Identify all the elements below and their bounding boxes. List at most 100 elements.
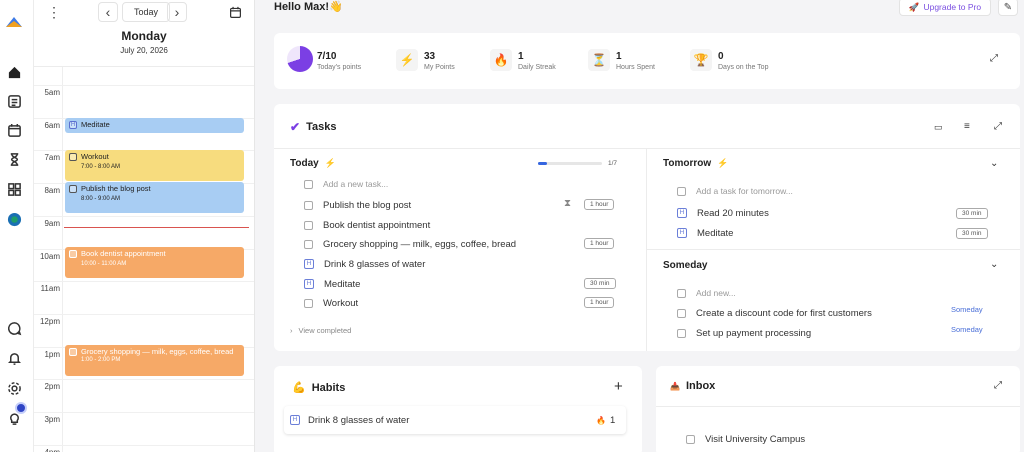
calendar-event[interactable]: Book dentist appointment 10:00 - 11:00 A… [65, 247, 244, 278]
divider [656, 406, 1020, 407]
task-checkbox[interactable] [686, 434, 695, 444]
someday-tag[interactable]: Someday [951, 305, 983, 314]
inbox-tray-icon: 📥 [670, 381, 680, 391]
settings-gear-icon[interactable] [6, 380, 22, 396]
day-date: July 20, 2026 [120, 46, 168, 55]
task-checkbox[interactable] [304, 239, 313, 249]
task-row[interactable]: Publish the blog post [304, 197, 411, 213]
apps-grid-icon[interactable] [6, 181, 22, 197]
hour-label: 8am [44, 186, 60, 196]
today-button[interactable]: Today [122, 2, 170, 22]
task-row[interactable]: Set up payment processing [677, 325, 811, 341]
checkbox [677, 186, 686, 196]
someday-section-header[interactable]: Someday [663, 260, 707, 271]
chat-icon[interactable] [6, 320, 22, 336]
stat-value: 33 [424, 51, 436, 62]
tasks-title: Tasks [306, 121, 337, 133]
habit-row: H Drink 8 glasses of water [290, 412, 409, 428]
tasks-header: ✔ Tasks [290, 120, 336, 134]
add-task-placeholder: Add a task for tomorrow... [696, 186, 793, 196]
add-task-input[interactable]: Add a new task... [304, 176, 388, 192]
event-checkbox[interactable] [69, 185, 77, 193]
add-tomorrow-task-input[interactable]: Add a task for tomorrow... [677, 183, 793, 199]
habit-label: Drink 8 glasses of water [308, 414, 410, 426]
today-progress-text: 1/7 [608, 160, 618, 167]
list-icon[interactable] [6, 93, 22, 109]
home-icon[interactable] [6, 64, 22, 80]
hour-label: 11am [40, 284, 60, 294]
hour-label: 4pm [34, 448, 60, 452]
expand-icon[interactable]: ⤢ [990, 53, 998, 64]
more-options-icon[interactable]: ⋮ [44, 2, 64, 22]
event-checkbox[interactable] [69, 153, 77, 161]
habit-item[interactable]: H Drink 8 glasses of water 🔥 1 [284, 406, 626, 434]
task-row[interactable]: Create a discount code for first custome… [677, 305, 872, 321]
task-row[interactable]: H Meditate [677, 225, 733, 241]
filter-icon[interactable]: ≡ [964, 121, 970, 132]
task-row[interactable]: H Read 20 minutes [677, 205, 769, 221]
task-row[interactable]: H Drink 8 glasses of water [304, 256, 425, 272]
calendar-toolbar: ⋮ ‹ Today › [34, 0, 254, 24]
hour-label: 9am [44, 218, 60, 228]
task-label: Set up payment processing [696, 327, 812, 339]
bell-icon[interactable] [6, 350, 22, 366]
stat-label: Hours Spent [616, 64, 655, 71]
task-row[interactable]: Grocery shopping — milk, eggs, coffee, b… [304, 236, 516, 252]
someday-tag[interactable]: Someday [951, 325, 983, 334]
hour-label: 3pm [44, 415, 60, 424]
timer-hourglass-icon[interactable]: ⧗ [564, 198, 571, 209]
task-row[interactable]: Workout [304, 295, 358, 311]
task-label: Read 20 minutes [697, 207, 769, 219]
stat-label: Days on the Top [718, 64, 769, 71]
stat-label: Daily Streak [518, 64, 556, 71]
trophy-icon: 🏆 [690, 49, 712, 71]
stat-daily-streak: 🔥 1 Daily Streak [490, 46, 580, 76]
event-time: 8:00 - 9:00 AM [81, 196, 121, 202]
add-habit-button[interactable]: + [614, 378, 623, 395]
calendar-settings-icon[interactable] [225, 2, 245, 22]
magic-wand-icon[interactable]: ✎ [998, 0, 1018, 16]
next-day-button[interactable]: › [167, 2, 187, 22]
hour-line [34, 379, 254, 381]
task-label: Workout [323, 297, 359, 309]
task-row[interactable]: Book dentist appointment [304, 217, 430, 233]
task-checkbox[interactable] [304, 298, 313, 308]
chevron-down-icon[interactable]: ⌄ [990, 158, 998, 169]
task-row[interactable]: H Meditate [304, 276, 360, 292]
task-checkbox[interactable] [677, 308, 686, 318]
hour-label: 10am [39, 251, 60, 261]
event-checkbox[interactable] [69, 250, 77, 258]
event-title: Book dentist appointment [81, 249, 166, 258]
inbox-tray-icon[interactable]: ▭ [934, 122, 943, 133]
divider [647, 249, 1020, 250]
prev-day-button[interactable]: ‹ [98, 2, 118, 22]
task-checkbox[interactable] [304, 200, 313, 210]
habit-streak: 🔥 1 [596, 412, 615, 428]
expand-icon[interactable]: ⤢ [994, 380, 1002, 391]
task-checkbox[interactable] [677, 328, 686, 338]
calendar-event[interactable]: H Meditate [65, 118, 244, 133]
hour-line [34, 215, 254, 217]
add-someday-task-input[interactable]: Add new... [677, 285, 736, 301]
add-task-placeholder: Add a new task... [323, 179, 389, 189]
upgrade-to-pro-button[interactable]: 🚀 Upgrade to Pro [899, 0, 991, 16]
chevron-down-icon[interactable]: ⌄ [990, 259, 998, 270]
hourglass-icon[interactable] [6, 151, 22, 167]
app-logo-icon[interactable] [4, 14, 24, 30]
event-checkbox[interactable] [69, 348, 77, 356]
view-completed-link[interactable]: › View completed [290, 322, 351, 338]
tomorrow-section-header[interactable]: Tomorrow ⚡ [663, 158, 728, 169]
tomorrow-title: Tomorrow [663, 158, 712, 169]
chevron-right-icon: › [290, 325, 293, 335]
calendar-event[interactable]: Grocery shopping — milk, eggs, coffee, b… [65, 345, 244, 376]
task-checkbox[interactable] [304, 220, 313, 230]
duration-tag: 1 hour [584, 199, 615, 210]
inbox-item[interactable]: Visit University Campus [686, 431, 805, 447]
greeting: Hello Max!👋 [274, 1, 343, 13]
calendar-event[interactable]: Workout 7:00 - 8:00 AM [65, 150, 244, 181]
expand-icon[interactable]: ⤢ [994, 121, 1002, 132]
focus-icon[interactable] [6, 211, 22, 227]
calendar-icon[interactable] [6, 122, 22, 138]
calendar-event[interactable]: Publish the blog post 8:00 - 9:00 AM [65, 182, 244, 213]
inbox-item-label: Visit University Campus [705, 433, 806, 445]
